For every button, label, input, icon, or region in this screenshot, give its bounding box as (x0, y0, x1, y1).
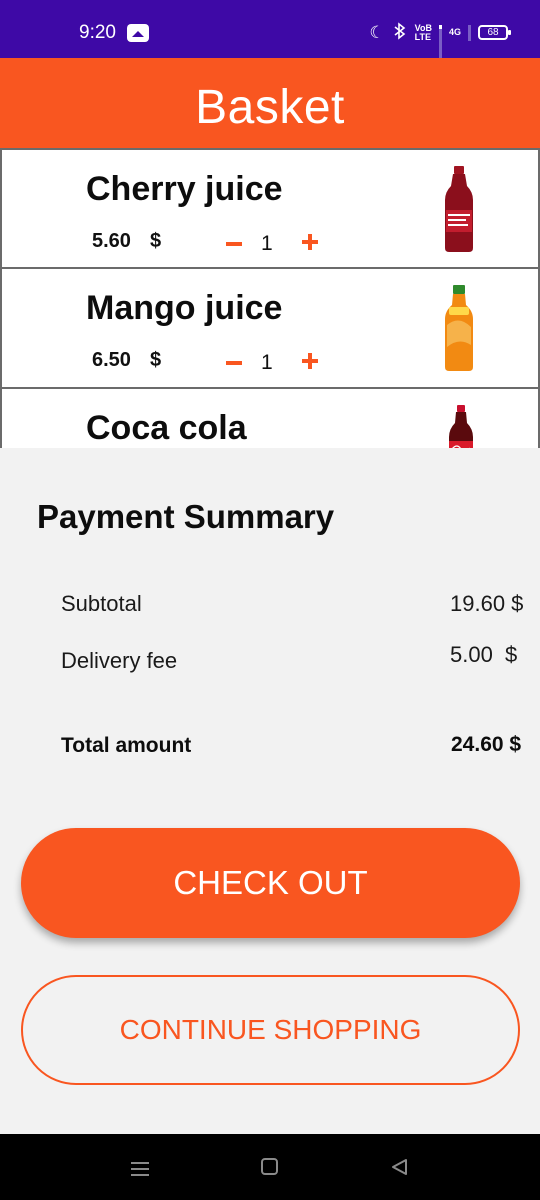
decrease-quantity-button[interactable] (224, 348, 244, 374)
status-icons: ☾ VoB LTE 4G 68 (369, 22, 511, 59)
back-icon[interactable] (390, 1158, 408, 1176)
coca-cola-bottle-icon (449, 405, 473, 448)
page-title: Basket (195, 81, 345, 134)
app-notification-icon (127, 24, 149, 42)
item-name: Mango juice (86, 289, 283, 327)
status-time: 9:20 (79, 22, 116, 43)
system-nav-bar (0, 1134, 540, 1200)
total-amount-label: Total amount (61, 734, 192, 757)
delivery-fee-value: 5.00 $ (450, 642, 518, 667)
continue-shopping-button[interactable]: CONTINUE SHOPPING (21, 975, 520, 1085)
item-currency: $ (150, 230, 162, 252)
network-type-label: 4G (448, 27, 461, 37)
volte-icon: VoB LTE (414, 23, 432, 42)
increase-quantity-button[interactable] (300, 232, 320, 252)
checkout-button[interactable]: CHECK OUT (21, 828, 520, 938)
basket-item[interactable]: Mango juice 6.50 $ 1 (0, 268, 540, 388)
home-icon[interactable] (261, 1158, 278, 1175)
item-quantity: 1 (261, 232, 273, 255)
increase-quantity-button[interactable] (300, 351, 320, 371)
mango-juice-bottle-icon (445, 285, 473, 371)
app-header: Basket (0, 58, 540, 148)
item-price: 6.50 (92, 349, 131, 371)
basket-list[interactable]: Cherry juice 5.60 $ 1 Mango juice 6.50 $… (0, 148, 540, 448)
basket-item[interactable]: Coca cola (0, 388, 540, 448)
subtotal-value: 19.60 $ (450, 591, 524, 616)
signal-icon-2 (468, 24, 471, 41)
item-name: Cherry juice (86, 170, 283, 208)
delivery-fee-label: Delivery fee (61, 648, 178, 673)
payment-summary: Payment Summary Subtotal 19.60 $ Deliver… (0, 448, 540, 1134)
summary-title: Payment Summary (37, 498, 335, 535)
status-bar: 9:20 ☾ VoB LTE 4G 68 (0, 0, 540, 59)
signal-icon (438, 24, 442, 59)
decrease-quantity-button[interactable] (224, 229, 244, 255)
recent-apps-icon[interactable] (131, 1160, 149, 1176)
basket-item[interactable]: Cherry juice 5.60 $ 1 (0, 148, 540, 268)
total-amount-value: 24.60 $ (451, 733, 522, 756)
subtotal-label: Subtotal (61, 591, 142, 616)
item-quantity: 1 (261, 351, 273, 374)
do-not-disturb-icon: ☾ (369, 22, 385, 42)
bluetooth-icon (392, 22, 408, 43)
lte-label: LTE (414, 31, 431, 42)
item-currency: $ (150, 349, 162, 371)
item-name: Coca cola (86, 409, 247, 447)
cherry-juice-bottle-icon (445, 166, 473, 252)
battery-icon: 68 (478, 25, 511, 40)
item-price: 5.60 (92, 230, 131, 252)
